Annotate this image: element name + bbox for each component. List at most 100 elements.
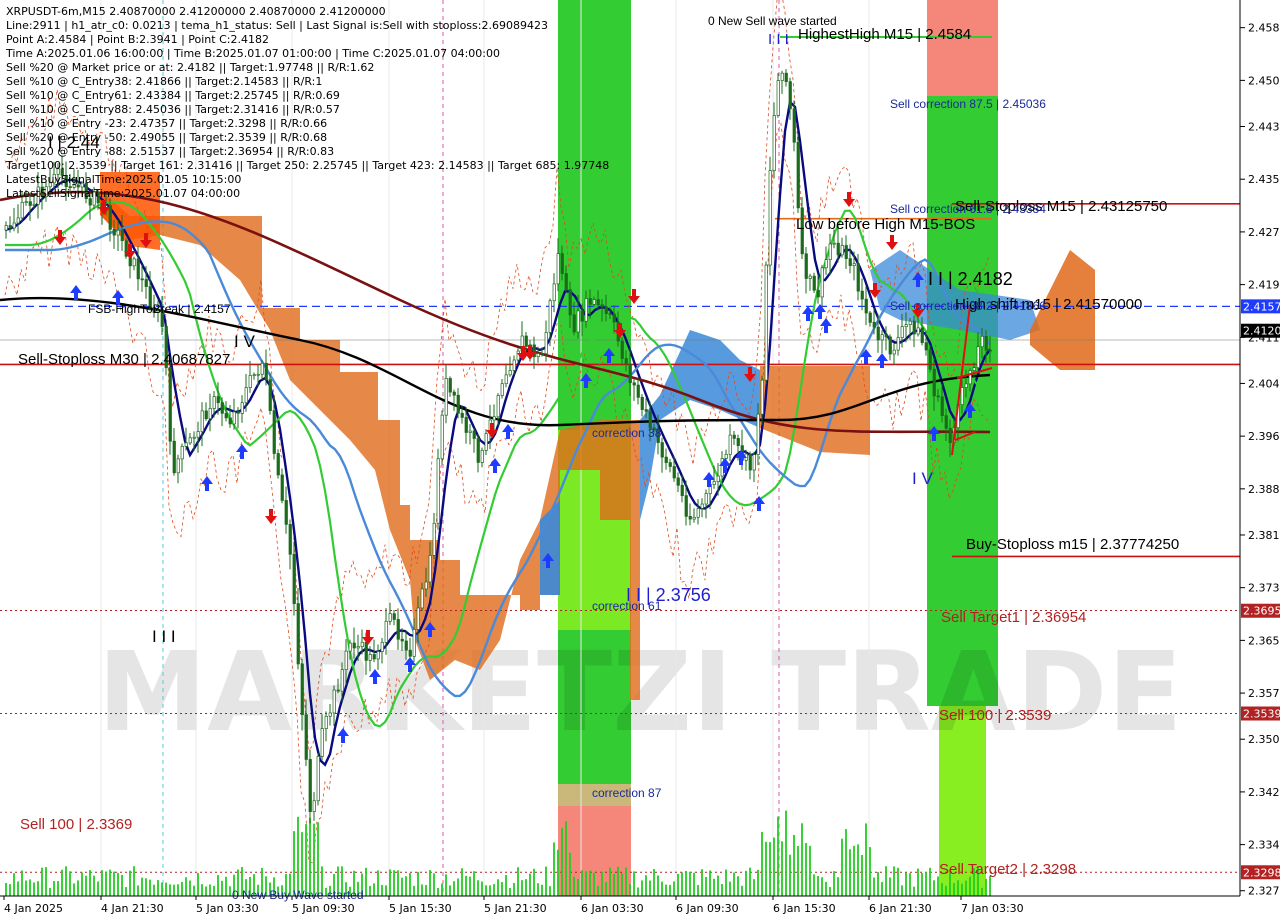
volume-bar [157,880,159,896]
volume-bar [625,867,627,896]
price-chart[interactable]: MARKETZI TRADE 0 New Sell wave started H… [0,0,1280,920]
candle-body [664,456,668,463]
volume-bar [545,866,547,896]
candle-body [468,430,472,433]
volume-bar [901,885,903,896]
candle-body [284,500,288,525]
candle-body [980,335,984,348]
candle-body [692,516,696,520]
candle-body [20,201,24,219]
volume-bar [109,869,111,896]
volume-bar [189,880,191,896]
candle-body [216,396,220,404]
buy-stoploss-m15-label: Buy-Stoploss m15 | 2.37774250 [966,536,1179,553]
candle-body [172,440,176,474]
volume-bar [229,886,231,896]
volume-bar [889,877,891,896]
volume-bar [81,872,83,896]
volume-bar [753,879,755,896]
highest-high-label: HighestHigh M15 | 2.4584 [798,26,971,43]
candle-body [852,263,856,266]
volume-bar [681,872,683,896]
sell-target1-label: Sell Target1 | 2.36954 [941,609,1086,626]
volume-bar [969,876,971,896]
volume-bar [989,876,991,896]
volume-bar [961,883,963,896]
volume-bar [481,881,483,896]
volume-bar [113,871,115,896]
candle-body [972,367,976,371]
volume-bar [185,877,187,896]
volume-bar [217,875,219,896]
volume-bar [553,842,555,896]
candle-body [916,327,920,335]
candle-body [312,800,316,812]
candle-body [872,321,876,328]
candle-body [928,349,932,370]
volume-bar [669,884,671,896]
candle-body [796,141,800,209]
candle-body [940,396,944,416]
volume-bar [485,885,487,896]
volume-bar [781,841,783,896]
candle-body [640,396,644,410]
candle-body [552,283,556,302]
volume-bar [937,876,939,896]
sell-target2-label: Sell Target2 | 2.3298 [939,861,1076,878]
candle-body [380,642,384,652]
low-before-high-label: Low before High M15-BOS [796,216,975,233]
volume-bar [85,875,87,896]
price-tick-label: 2.4500 [1248,74,1280,87]
volume-bar [893,866,895,896]
candle-body [812,275,816,291]
volume-bar [413,885,415,896]
volume-bar [45,867,47,896]
new-buy-wave-label: 0 New Buy Wave started [232,888,364,902]
candle-body [204,410,208,420]
time-tick-label: 5 Jan 03:30 [196,902,259,915]
time-tick-label: 6 Jan 09:30 [676,902,739,915]
volume-bar [913,886,915,896]
volume-bar [765,841,767,896]
price-tick-label: 2.3420 [1248,786,1280,799]
candle-body [900,326,904,339]
volume-bar [645,875,647,896]
volume-bar [673,881,675,896]
price-badge-label: 2.3539 [1243,708,1280,721]
volume-bar [77,880,79,896]
candle-body [140,278,144,281]
volume-bar [145,878,147,896]
candle-body [396,619,400,640]
candle-body [268,379,272,411]
candle-body [548,300,552,333]
candle-body [892,349,896,355]
candle-body [192,436,196,439]
candle-body [608,313,612,315]
candle-body [544,332,548,355]
candle-body [4,225,8,231]
candle-body [368,654,372,661]
volume-bar [93,875,95,896]
volume-bar [65,866,67,896]
volume-bar [861,854,863,896]
volume-bar [621,873,623,896]
candle-body [220,402,224,414]
candle-body [484,433,488,451]
volume-bar [701,869,703,896]
volume-bar [501,882,503,896]
volume-bar [9,884,11,896]
volume-bar [609,867,611,896]
candle-body [932,368,936,397]
candle-body [988,349,992,352]
price-tick-label: 2.3570 [1248,687,1280,700]
volume-bar [813,874,815,896]
volume-bar [597,885,599,896]
volume-bar [785,810,787,896]
candle-body [12,222,16,229]
candle-body [960,387,964,405]
volume-bar [713,878,715,896]
info-line: LatestBuySignalTime:2025.01.05 10:15:00 [6,173,241,186]
info-line: Sell %20 @ Entry -50: 2.49055 || Target:… [6,131,327,144]
wave-4-label: I V [912,469,933,488]
volume-bar [909,873,911,896]
